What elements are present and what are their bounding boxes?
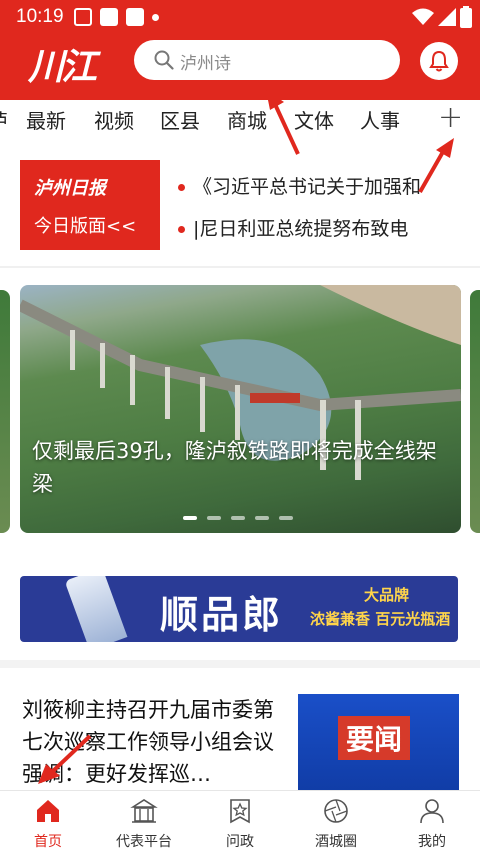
notification-button[interactable] — [420, 42, 458, 80]
bullet-icon — [178, 184, 185, 191]
ad-banner[interactable]: 顺品郎 大品牌 浓酱兼香 百元光瓶酒 — [20, 576, 458, 642]
carousel-dot — [207, 516, 221, 520]
signal-icon — [438, 8, 456, 26]
building-icon — [130, 799, 158, 823]
carousel-prev-peek — [0, 290, 10, 533]
carousel-dot — [231, 516, 245, 520]
nav-home[interactable]: 首页 — [0, 791, 96, 854]
user-icon — [420, 799, 444, 824]
nav-representatives[interactable]: 代表平台 — [96, 791, 192, 854]
battery-icon — [460, 6, 472, 28]
tab-video[interactable]: 视频 — [94, 105, 134, 134]
nav-circle[interactable]: 酒城圈 — [288, 791, 384, 854]
carousel-next-peek — [470, 290, 480, 533]
home-icon — [37, 800, 59, 822]
nav-inquiry[interactable]: 问政 — [192, 791, 288, 854]
nav-representatives-label: 代表平台 — [116, 834, 172, 850]
ad-slogan-primary: 大品牌 — [364, 586, 410, 604]
nav-home-label: 首页 — [34, 834, 62, 850]
carousel-dot — [279, 516, 293, 520]
newspaper-today-link: 今日版面<< — [34, 216, 137, 237]
newspaper-title: 泸州日报 — [34, 178, 106, 199]
pointer-arrow-icon — [38, 734, 92, 784]
tab-partial[interactable]: 泸 — [0, 105, 8, 134]
newspaper-card[interactable]: 泸州日报 今日版面<< — [20, 160, 160, 250]
badge-star-icon — [230, 799, 250, 824]
pointer-arrow-icon — [266, 90, 300, 155]
notification-icon — [100, 8, 118, 26]
tab-personnel[interactable]: 人事 — [360, 105, 400, 134]
slide-caption: 仅剩最后39孔，隆泸叙铁路即将完成全线架梁 — [32, 439, 437, 496]
section-divider — [0, 660, 480, 668]
carousel-dot — [255, 516, 269, 520]
nav-profile[interactable]: 我的 — [384, 791, 480, 854]
section-divider — [0, 266, 480, 268]
tab-latest[interactable]: 最新 — [26, 105, 66, 134]
nav-inquiry-label: 问政 — [226, 834, 254, 850]
notification-icon — [74, 8, 92, 26]
thumb-label: 要闻 — [338, 716, 411, 760]
search-placeholder: 泸州诗 — [180, 54, 231, 74]
status-bar: 10:19 — [0, 0, 480, 34]
nav-profile-label: 我的 — [418, 834, 446, 850]
add-channel-button[interactable]: + — [438, 100, 463, 135]
search-icon — [154, 50, 174, 70]
pointer-arrow-icon — [418, 138, 454, 193]
bottom-nav: 首页 代表平台 问政 酒城圈 我的 — [0, 790, 480, 854]
carousel-slide[interactable]: 仅剩最后39孔，隆泸叙铁路即将完成全线架梁 — [20, 285, 461, 533]
ad-brand: 顺品郎 — [160, 593, 284, 637]
tab-district[interactable]: 区县 — [160, 105, 200, 134]
bullet-icon — [178, 226, 185, 233]
notification-dot-icon — [152, 14, 159, 21]
carousel-dot — [183, 516, 197, 520]
wifi-icon — [412, 8, 434, 25]
notification-icon — [126, 8, 144, 26]
ad-slogan-secondary: 浓酱兼香 百元光瓶酒 — [310, 610, 451, 628]
headline-text: |尼日利亚总统提努布致电 — [193, 218, 409, 240]
nav-circle-label: 酒城圈 — [315, 834, 357, 850]
article-thumbnail[interactable]: 要闻 — [298, 694, 459, 804]
tab-mall[interactable]: 商城 — [227, 105, 267, 134]
aperture-icon — [324, 799, 348, 823]
headline-item[interactable]: |尼日利亚总统提努布致电 — [178, 214, 464, 241]
bottle-image — [64, 576, 128, 642]
app-logo: 川江 — [28, 46, 97, 88]
bell-icon — [429, 50, 449, 72]
headline-text: 《习近平总书记关于加强和 — [193, 176, 422, 198]
status-time: 10:19 — [16, 6, 64, 27]
search-bar[interactable]: 泸州诗 — [134, 40, 400, 80]
